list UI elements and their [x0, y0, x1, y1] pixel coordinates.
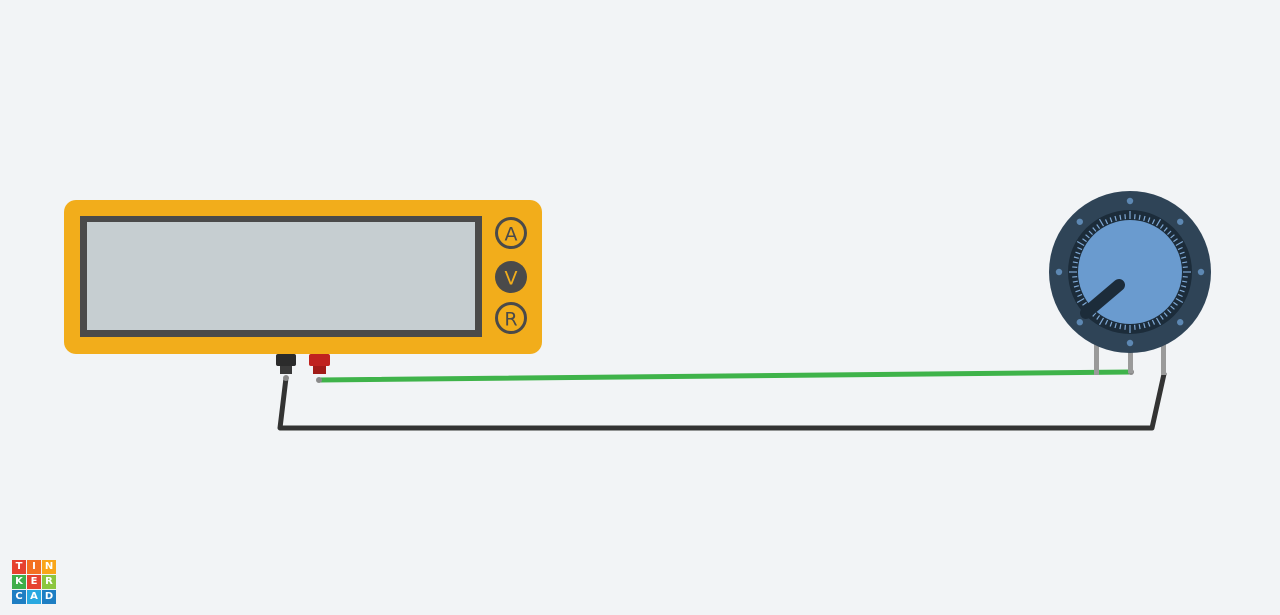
logo-letter: T: [12, 560, 26, 574]
multimeter-display: [87, 222, 475, 330]
dial-tick: [1119, 214, 1122, 220]
mode-label-r: R: [504, 309, 517, 331]
dial-dot: [1076, 319, 1083, 326]
dial-dot: [1177, 319, 1184, 326]
mode-label-a: A: [505, 224, 518, 246]
tinkercad-logo: T I N K E R C A D: [12, 560, 56, 604]
dial-dot: [1197, 268, 1205, 276]
logo-letter: I: [27, 560, 41, 574]
dial-dot: [1126, 197, 1134, 205]
logo-letter: R: [42, 575, 56, 589]
green-wire[interactable]: [316, 369, 1134, 383]
logo-letter: A: [27, 590, 41, 604]
dial-tick: [1072, 261, 1078, 264]
mode-button-voltmeter[interactable]: V: [495, 261, 527, 293]
dial-tick: [1182, 280, 1188, 283]
dial-tick: [1072, 280, 1078, 283]
logo-letter: C: [12, 590, 26, 604]
dial-dot: [1177, 218, 1184, 225]
multimeter[interactable]: A V R: [64, 200, 542, 381]
dial-tick: [1182, 261, 1188, 264]
probe-red-terminal[interactable]: [309, 354, 330, 374]
mode-label-v: V: [505, 268, 518, 290]
dial-tick: [1138, 324, 1141, 330]
dial-dot: [1126, 339, 1134, 347]
logo-letter: E: [27, 575, 41, 589]
logo-letter: D: [42, 590, 56, 604]
probe-black-terminal[interactable]: [276, 354, 296, 381]
potentiometer[interactable]: [1049, 191, 1211, 375]
dial-tick: [1138, 214, 1141, 220]
logo-letter: K: [12, 575, 26, 589]
dial-dot: [1076, 218, 1083, 225]
black-wire[interactable]: [277, 371, 1167, 431]
dial-tick: [1119, 324, 1122, 330]
dial-dot: [1055, 268, 1063, 276]
logo-letter: N: [42, 560, 56, 574]
